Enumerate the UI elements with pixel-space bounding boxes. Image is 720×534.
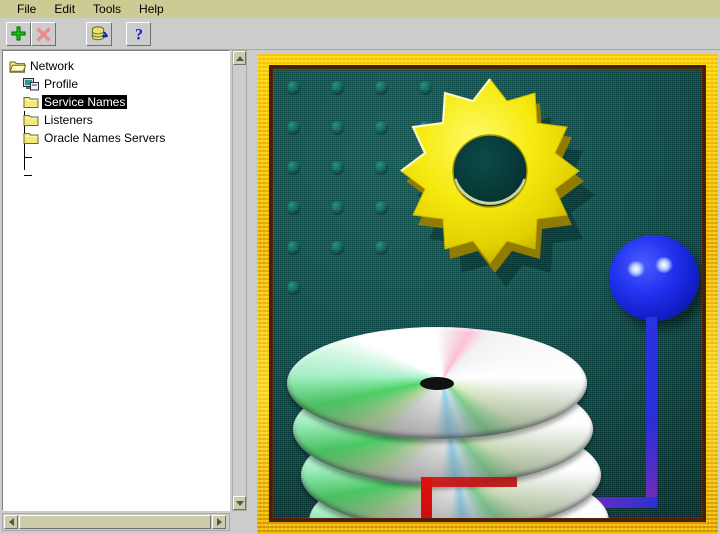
tree-connector: [24, 157, 32, 158]
tree-item-oracle-names-servers[interactable]: Oracle Names Servers: [9, 129, 229, 147]
compact-disc: [287, 327, 587, 439]
database-icon: [90, 25, 109, 43]
menu-tools[interactable]: Tools: [84, 0, 130, 18]
question-icon: ?: [131, 26, 147, 43]
menu-bar: File Edit Tools Help: [0, 0, 720, 18]
tree-item-label: Network: [30, 59, 75, 73]
arrow-right-icon: [216, 518, 222, 526]
tree-view[interactable]: Network Profile Service Names Listeners …: [2, 50, 230, 511]
open-folder-icon: [9, 59, 27, 74]
scroll-thumb-horizontal[interactable]: [19, 515, 211, 529]
panel-splitter[interactable]: [248, 50, 256, 534]
content-area: Network Profile Service Names Listeners …: [0, 50, 720, 534]
tree-item-label: Profile: [44, 77, 79, 91]
x-icon: [35, 26, 52, 43]
tree-horizontal-scrollbar[interactable]: [2, 513, 230, 531]
database-button[interactable]: [86, 22, 112, 46]
accent-wire-horizontal: [421, 477, 517, 487]
arrow-down-icon: [235, 500, 244, 506]
tree-item-label: Listeners: [44, 113, 93, 127]
navigator-panel: Network Profile Service Names Listeners …: [2, 50, 247, 534]
help-button[interactable]: ?: [126, 22, 151, 46]
tree-connector: [24, 175, 32, 176]
menu-help[interactable]: Help: [130, 0, 173, 18]
menu-edit[interactable]: Edit: [45, 0, 84, 18]
tree-root: Network Profile Service Names Listeners …: [3, 51, 229, 176]
sphere-highlight: [655, 257, 673, 273]
folder-icon: [23, 95, 40, 110]
tree-item-label: Oracle Names Servers: [44, 131, 166, 145]
application-window: File Edit Tools Help ? Network Profile S…: [0, 0, 720, 534]
tree-item-network[interactable]: Network: [9, 57, 229, 75]
plus-icon: [10, 26, 27, 43]
splash-scene: [273, 69, 702, 518]
delete-button[interactable]: [31, 22, 56, 46]
tree-item-listeners[interactable]: Listeners: [9, 111, 229, 129]
scroll-left-button[interactable]: [4, 515, 18, 529]
add-button[interactable]: [6, 22, 31, 46]
tree-item-profile[interactable]: Profile: [9, 75, 229, 93]
toolbar: ?: [0, 18, 720, 50]
scroll-down-button[interactable]: [233, 496, 246, 510]
arrow-left-icon: [8, 518, 14, 526]
sphere-highlight: [627, 261, 645, 277]
folder-icon: [23, 131, 40, 146]
blue-sphere: [609, 235, 699, 321]
connector-wire-vertical: [646, 317, 657, 507]
scroll-right-button[interactable]: [212, 515, 226, 529]
gear-graphic: [383, 71, 598, 306]
arrow-up-icon: [235, 55, 244, 61]
splash-image-panel: [257, 53, 718, 534]
computer-icon: [23, 77, 40, 92]
tree-vertical-scrollbar[interactable]: [232, 50, 247, 511]
compact-disc-stack: [287, 327, 617, 518]
tree-item-label: Service Names: [42, 95, 128, 109]
menu-file[interactable]: File: [8, 0, 45, 18]
scroll-up-button[interactable]: [233, 51, 246, 65]
svg-text:?: ?: [135, 26, 143, 43]
tree-item-service-names[interactable]: Service Names: [9, 93, 229, 111]
accent-wire-vertical: [421, 477, 432, 518]
folder-icon: [23, 113, 40, 128]
